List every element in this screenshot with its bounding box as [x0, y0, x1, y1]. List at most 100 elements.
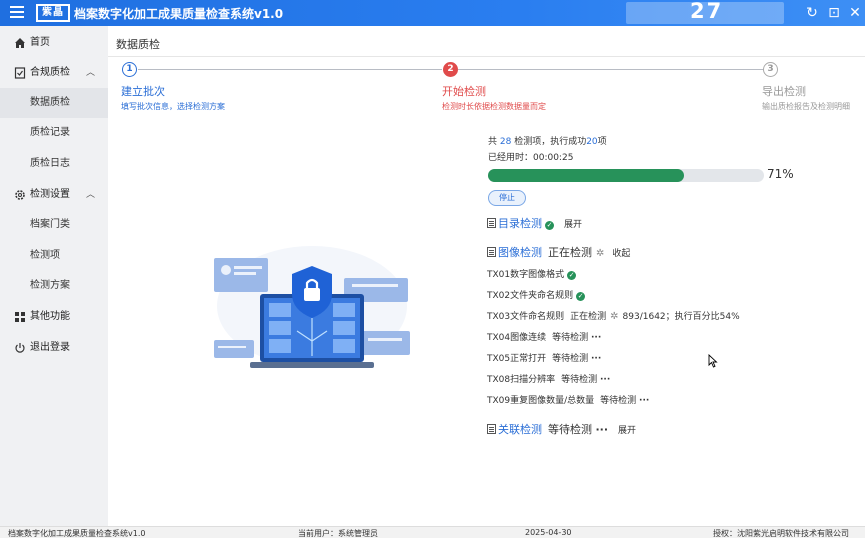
nav-qc-logs[interactable]: 质检日志	[0, 149, 108, 179]
step-connector	[138, 69, 442, 70]
status-license: 授权：沈阳紫光启明软件技术有限公司	[713, 529, 849, 538]
progress-bar	[488, 169, 764, 182]
item-detail: 893/1642；执行百分比54%	[622, 312, 740, 322]
counter-display: 27	[690, 0, 724, 23]
image-section: 图像检测 正在检测 ✲ 收起	[487, 244, 630, 260]
success-count: 20	[586, 137, 598, 147]
app-logo: 紫晶	[36, 4, 70, 22]
restore-icon[interactable]: ⊡	[825, 3, 843, 23]
header-divider	[108, 56, 865, 57]
nav-other-label: 其他功能	[30, 311, 70, 322]
app-title: 档案数字化加工成果质量检查系统v1.0	[74, 7, 284, 21]
catalog-check-link[interactable]: 目录检测	[498, 217, 542, 230]
status-app-name: 档案数字化加工成果质量检查系统v1.0	[8, 529, 146, 538]
refresh-icon[interactable]: ↻	[803, 3, 821, 23]
ellipsis-icon: ···	[639, 396, 650, 406]
gear-icon	[15, 190, 25, 200]
step-1-circle: 1	[122, 62, 137, 77]
relation-section: 关联检测 等待检测 ··· 展开	[487, 421, 636, 437]
main-content: 数据质检 1 建立批次 填写批次信息，选择检测方案 2 开始检测 检测时长依据检…	[108, 26, 865, 526]
power-icon	[15, 343, 25, 353]
image-check-link[interactable]: 图像检测	[498, 246, 542, 259]
check-item: TX04图像连续 等待检测 ···	[487, 330, 601, 343]
step-3-circle: 3	[763, 62, 778, 77]
status-bar: 档案数字化加工成果质量检查系统v1.0 当前用户：系统管理员 2025-04-3…	[0, 526, 865, 538]
summary-mid: 检测项，执行成功	[511, 137, 587, 147]
stop-button[interactable]: 停止	[488, 190, 526, 206]
page-title: 数据质检	[116, 38, 160, 51]
item-name: TX05正常打开	[487, 354, 547, 364]
document-icon	[487, 218, 496, 228]
image-collapse-toggle[interactable]: 收起	[612, 249, 630, 259]
grid-icon	[15, 312, 25, 322]
elapsed-time: 已经用时：00:00:25	[488, 153, 574, 163]
spinner-icon: ✲	[610, 311, 619, 322]
check-item: TX05正常打开 等待检测 ···	[487, 351, 601, 364]
item-status: 正在检测	[570, 312, 607, 322]
summary-text: 共 28 检测项，执行成功20项	[488, 134, 607, 147]
check-item: TX01数字图像格式 ✓	[487, 267, 577, 280]
item-name: TX04图像连续	[487, 333, 547, 343]
step-3-title: 导出检测	[762, 85, 806, 98]
nav-compliance-label: 合规质检	[30, 67, 70, 78]
item-status: 等待检测	[552, 354, 589, 364]
step-2-desc: 检测时长依据检测数据量而定	[442, 102, 546, 111]
nav-check-plans[interactable]: 检测方案	[0, 271, 108, 301]
ellipsis-icon: ···	[591, 333, 602, 343]
summary-prefix: 共	[488, 137, 500, 147]
image-check-status: 正在检测	[548, 246, 592, 259]
nav-archive-categories[interactable]: 档案门类	[0, 210, 108, 240]
item-status: 等待检测	[561, 375, 598, 385]
security-laptop-illustration	[214, 246, 410, 368]
relation-check-link[interactable]: 关联检测	[498, 423, 542, 436]
nav-other[interactable]: 其他功能	[0, 302, 108, 332]
nav-data-qc[interactable]: 数据质检	[0, 88, 108, 118]
nav-qc-records[interactable]: 质检记录	[0, 118, 108, 148]
chevron-up-icon: ︿	[86, 190, 96, 200]
nav-logout[interactable]: 退出登录	[0, 333, 108, 363]
check-item: TX02文件夹命名规则 ✓	[487, 288, 586, 301]
check-item: TX09重复图像数量/总数量 等待检测 ···	[487, 393, 649, 406]
nav-compliance[interactable]: 合规质检 ︿	[0, 58, 108, 88]
checklist-icon	[14, 67, 26, 79]
item-name: TX08扫描分辨率	[487, 375, 556, 385]
item-name: TX02文件夹命名规则	[487, 291, 574, 301]
step-2-circle: 2	[443, 62, 458, 77]
step-1-title: 建立批次	[121, 85, 165, 98]
ellipsis-icon: ···	[600, 375, 611, 385]
check-item: TX03文件命名规则 正在检测 ✲ 893/1642；执行百分比54%	[487, 309, 740, 322]
catalog-expand-toggle[interactable]: 展开	[564, 220, 582, 230]
home-icon	[15, 38, 25, 48]
item-name: TX09重复图像数量/总数量	[487, 396, 595, 406]
check-item: TX08扫描分辨率 等待检测 ···	[487, 372, 610, 385]
nav-home-label: 首页	[30, 37, 50, 48]
item-status: 等待检测	[552, 333, 589, 343]
relation-expand-toggle[interactable]: 展开	[618, 426, 636, 436]
ellipsis-icon: ···	[595, 423, 609, 436]
total-count: 28	[499, 137, 512, 147]
nav-settings[interactable]: 检测设置 ︿	[0, 180, 108, 210]
step-connector	[458, 69, 763, 70]
document-icon	[487, 247, 496, 257]
status-date: 2025-04-30	[525, 528, 572, 537]
progress-percent: 71%	[767, 167, 794, 181]
relation-check-status: 等待检测	[548, 423, 592, 436]
nav-home[interactable]: 首页	[0, 28, 108, 58]
spinner-icon: ✲	[596, 248, 605, 259]
check-icon: ✓	[576, 292, 586, 301]
close-icon[interactable]: ✕	[846, 3, 864, 23]
chevron-up-icon: ︿	[86, 68, 96, 78]
ellipsis-icon: ···	[591, 354, 602, 364]
check-icon: ✓	[567, 271, 577, 280]
item-name: TX03文件命名规则	[487, 312, 565, 322]
nav-logout-label: 退出登录	[30, 342, 70, 353]
status-current-user: 当前用户：系统管理员	[298, 529, 378, 538]
nav-check-items[interactable]: 检测项	[0, 241, 108, 271]
nav-settings-label: 检测设置	[30, 189, 70, 200]
hamburger-menu-icon[interactable]	[10, 6, 24, 20]
step-3-desc: 输出质检报告及检测明细	[762, 102, 850, 111]
title-bar: 紫晶 档案数字化加工成果质量检查系统v1.0 27 ↻ ⊡ ✕	[0, 0, 865, 26]
mouse-cursor-icon	[708, 354, 718, 368]
check-icon: ✓	[545, 221, 554, 230]
step-1-desc: 填写批次信息，选择检测方案	[121, 102, 225, 111]
